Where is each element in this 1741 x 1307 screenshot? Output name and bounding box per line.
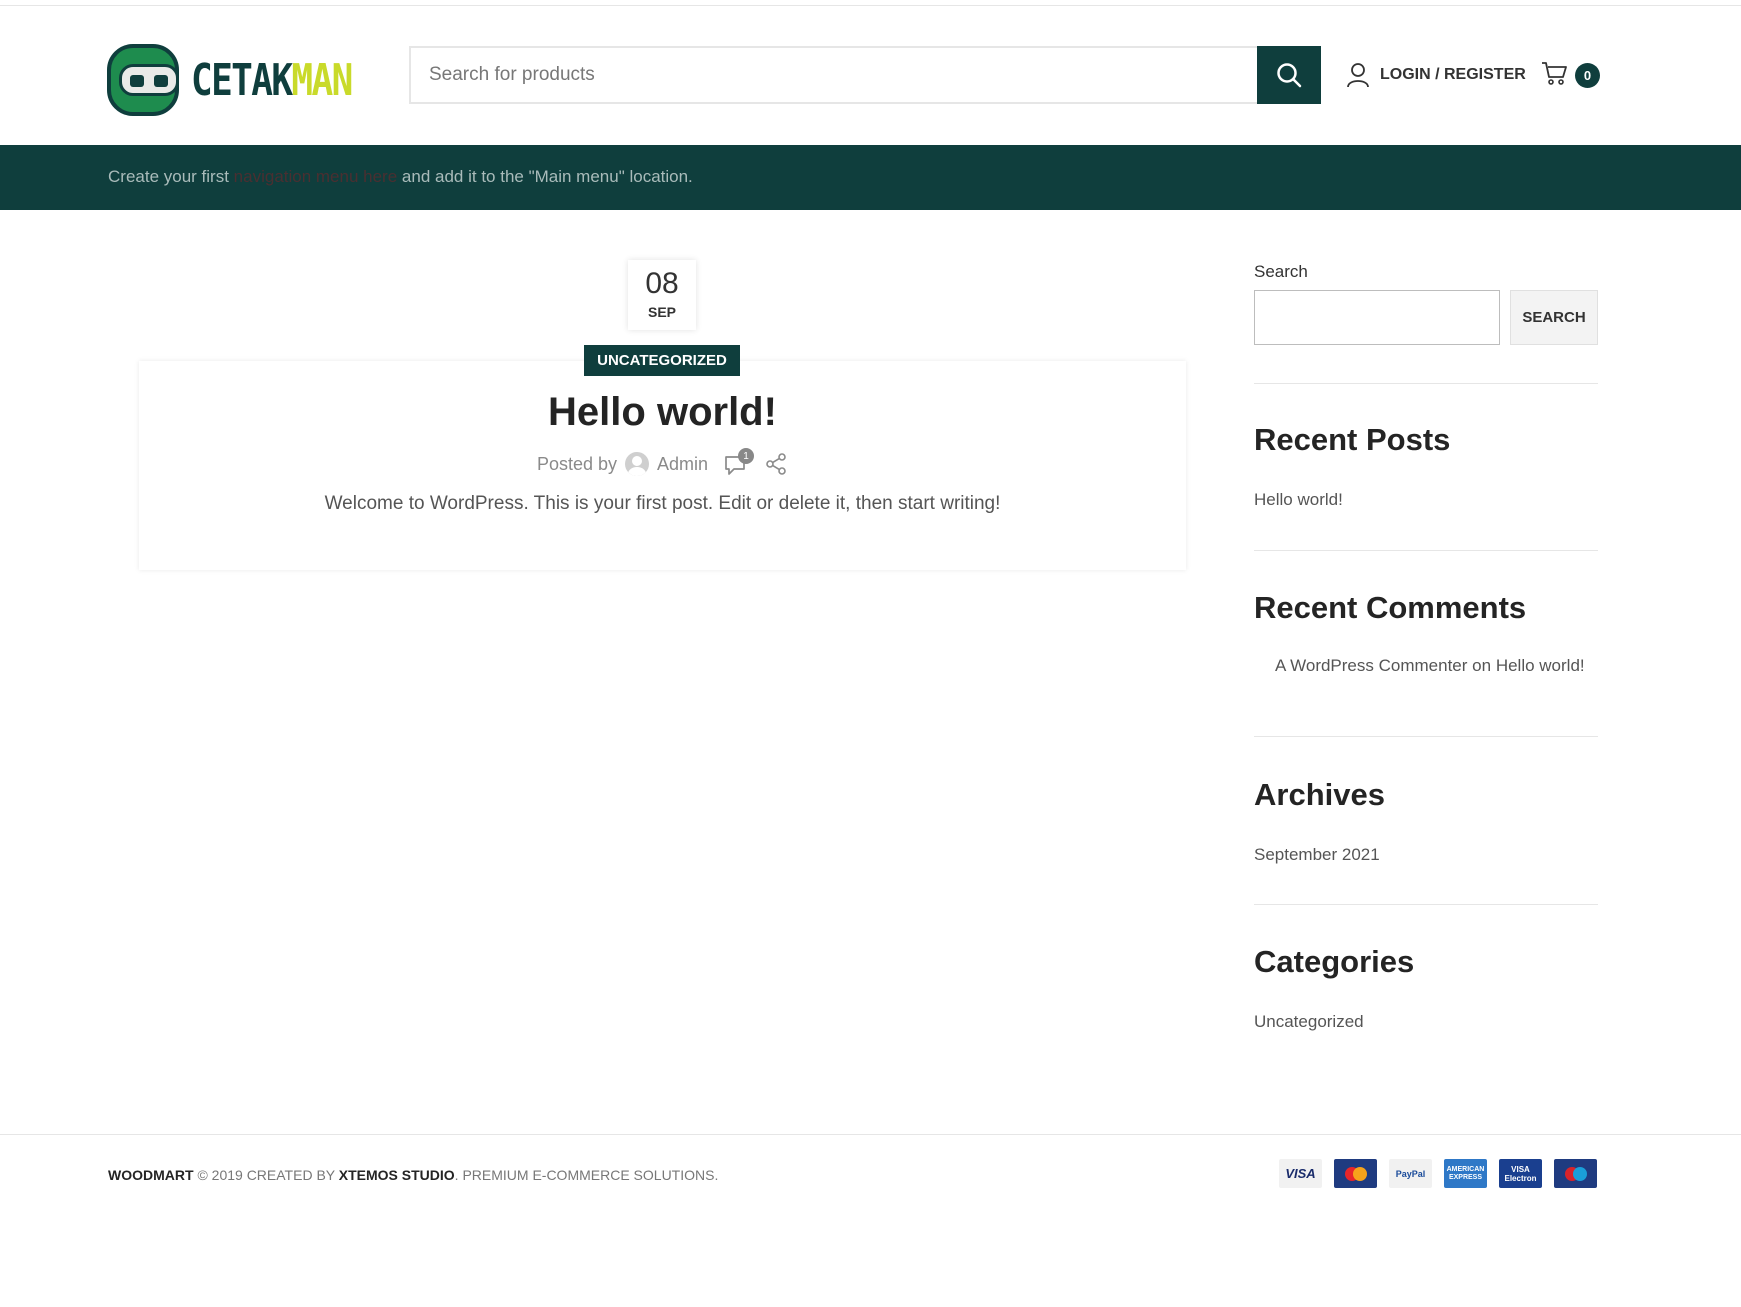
comment-count-badge: 1	[738, 448, 755, 464]
post-excerpt: Welcome to WordPress. This is your first…	[324, 493, 1001, 514]
main-navigation-bar: Create your first navigation menu here a…	[0, 145, 1741, 210]
visa-icon: VISA	[1279, 1159, 1322, 1188]
post-date-month: SEP	[647, 304, 676, 320]
recent-comments-title: Recent Comments	[1254, 590, 1527, 625]
sidebar-divider	[1254, 383, 1598, 384]
payment-methods: VISA PayPal AMERICAN EXPRESS VISA Electr…	[1279, 1159, 1597, 1188]
logo-text: CETAKMAN	[191, 54, 353, 106]
footer-copyright: Woodmart © 2019 Created by Xtemos Studio…	[108, 1167, 719, 1183]
cart-button[interactable]: 0	[1541, 60, 1601, 92]
footer-divider	[0, 1134, 1741, 1135]
recent-post-link[interactable]: Hello world!	[1254, 490, 1343, 510]
product-search	[409, 46, 1321, 104]
sidebar-search-input[interactable]	[1254, 290, 1500, 345]
site-header: CETAKMAN Login / Register 0	[0, 6, 1741, 145]
posted-by-label: Posted by	[536, 453, 618, 474]
login-register-link[interactable]: Login / Register	[1346, 62, 1526, 88]
sidebar-search-label: Search	[1254, 262, 1308, 281]
comment-author-link[interactable]: A WordPress Commenter	[1275, 656, 1467, 675]
post-date-day: 08	[645, 267, 679, 300]
sidebar-divider	[1254, 904, 1598, 905]
logo-mascot-icon	[107, 44, 180, 116]
post-author: Admin	[657, 453, 709, 474]
product-search-button[interactable]	[1257, 46, 1321, 104]
cart-icon	[1542, 62, 1567, 85]
category-link[interactable]: Uncategorized	[1254, 1012, 1364, 1032]
categories-title: Categories	[1254, 944, 1415, 979]
comment-post-link[interactable]: Hello world!	[1496, 656, 1585, 675]
sidebar-divider	[1254, 550, 1598, 551]
mastercard-icon	[1334, 1159, 1377, 1188]
post-comments-link[interactable]: 1	[724, 448, 755, 476]
post-category-badge[interactable]: Uncategorized	[584, 345, 740, 376]
post-meta: Posted by Admin 1	[139, 448, 1186, 476]
share-button[interactable]	[764, 452, 788, 476]
create-menu-link[interactable]: navigation menu here	[234, 167, 398, 186]
login-register-label: Login / Register	[1380, 66, 1526, 83]
sidebar-divider	[1254, 736, 1598, 737]
recent-posts-title: Recent Posts	[1254, 422, 1451, 457]
share-icon	[766, 453, 786, 475]
cart-count-badge: 0	[1575, 63, 1600, 88]
author-avatar-icon	[625, 452, 650, 476]
woodmart-link[interactable]: Woodmart	[108, 1167, 194, 1183]
navigation-placeholder-message: Create your first navigation menu here a…	[108, 167, 693, 186]
search-icon	[1277, 63, 1302, 88]
user-icon	[1347, 63, 1369, 88]
site-logo[interactable]: CETAKMAN	[107, 44, 387, 116]
paypal-icon: PayPal	[1389, 1159, 1432, 1188]
sidebar-search-button[interactable]: Search	[1510, 290, 1598, 345]
archive-link[interactable]: September 2021	[1254, 845, 1380, 865]
product-search-input[interactable]	[409, 46, 1257, 104]
xtemos-studio-link[interactable]: Xtemos Studio	[339, 1167, 455, 1183]
visa-electron-icon: VISA Electron	[1499, 1159, 1542, 1188]
recent-comment-item: A WordPress Commenter on Hello world!	[1275, 656, 1585, 675]
archives-title: Archives	[1254, 777, 1385, 812]
maestro-icon	[1554, 1159, 1597, 1188]
post-title[interactable]: Hello world!	[139, 390, 1186, 435]
post-date-box: 08 SEP	[628, 260, 696, 330]
amex-icon: AMERICAN EXPRESS	[1444, 1159, 1487, 1188]
